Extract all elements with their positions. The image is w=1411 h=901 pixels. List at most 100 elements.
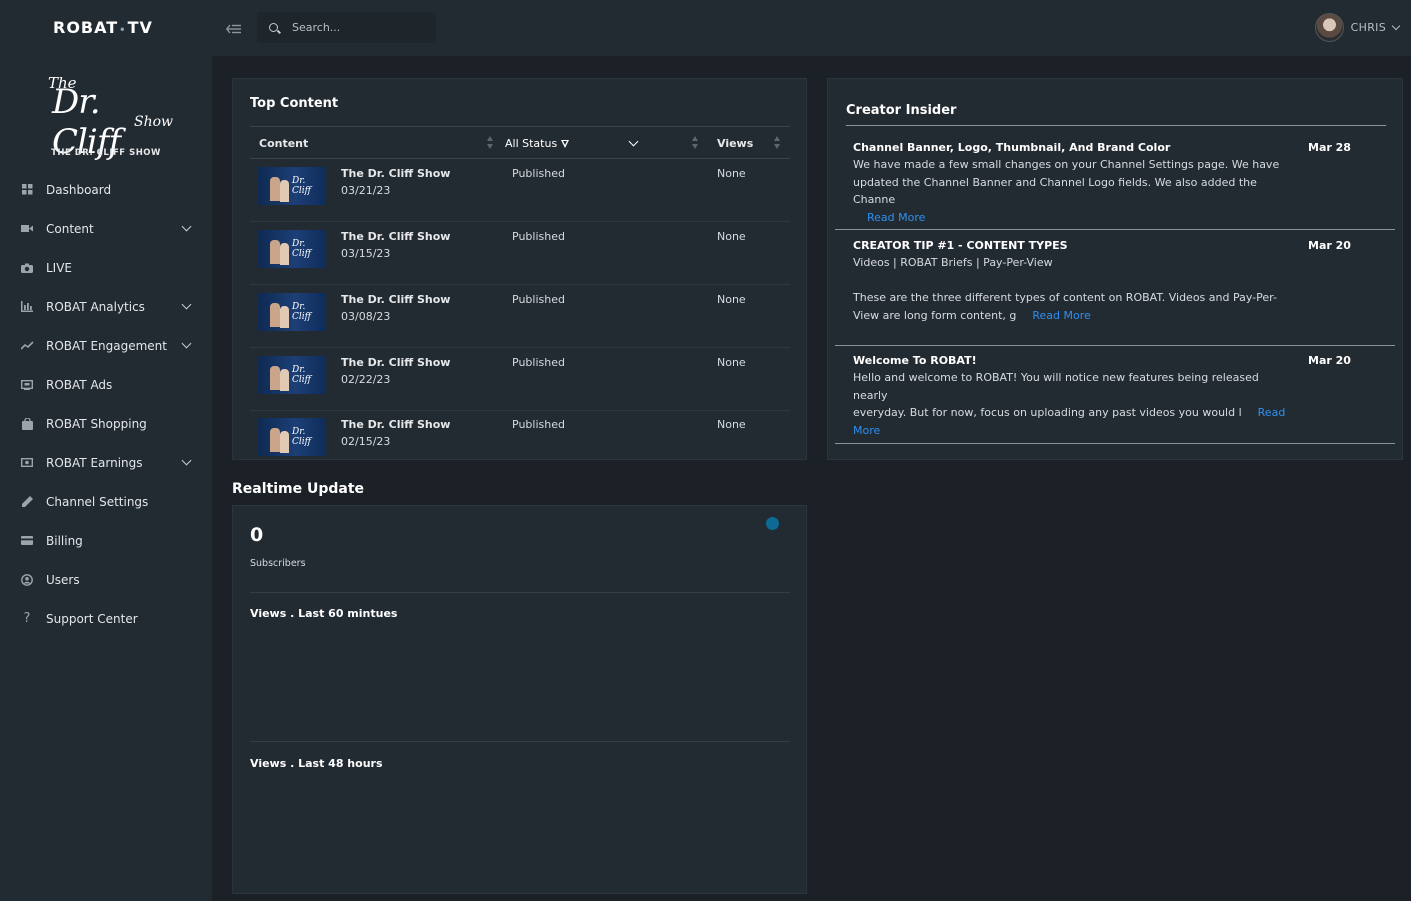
sidebar-item-label: ROBAT Shopping: [46, 416, 147, 431]
sidebar-item-label: ROBAT Ads: [46, 377, 113, 392]
filter-icon: [561, 139, 570, 148]
sidebar-item-label: Users: [46, 572, 80, 587]
content-title[interactable]: The Dr. Cliff Show: [341, 293, 450, 306]
robat-tv-logo[interactable]: ROBAT•TV: [53, 18, 153, 37]
column-header-views[interactable]: Views: [717, 127, 753, 160]
pencil-icon: [20, 495, 34, 509]
video-thumbnail[interactable]: Dr. Cliff: [258, 356, 326, 394]
sidebar-item-support-center[interactable]: ? Support Center: [0, 599, 212, 638]
video-thumbnail[interactable]: Dr. Cliff: [258, 167, 326, 205]
sidebar-item-label: Support Center: [46, 611, 138, 626]
subscriber-label: Subscribers: [250, 558, 306, 569]
sidebar-item-dashboard[interactable]: Dashboard: [0, 170, 212, 209]
read-more-link[interactable]: Read More: [1032, 309, 1090, 322]
post-date: Mar 28: [1308, 141, 1351, 154]
post-title[interactable]: CREATOR TIP #1 - CONTENT TYPES: [853, 239, 1068, 252]
collapse-sidebar-icon[interactable]: [225, 20, 241, 38]
bar-chart-icon: [20, 300, 34, 314]
content-title[interactable]: The Dr. Cliff Show: [341, 230, 450, 243]
sort-icon[interactable]: [774, 136, 780, 150]
chevron-down-icon[interactable]: [1391, 21, 1401, 30]
channel-name: THE DR. CLIFF SHOW: [51, 148, 161, 158]
sort-icon[interactable]: [692, 136, 698, 150]
content-date: 03/21/23: [341, 184, 391, 197]
read-more-link[interactable]: Read More: [867, 211, 925, 224]
chevron-down-icon: [181, 221, 192, 232]
sidebar-item-label: Billing: [46, 533, 83, 548]
sort-icon[interactable]: [487, 136, 493, 150]
chevron-down-icon: [181, 299, 192, 310]
sidebar-item-robat-shopping[interactable]: ROBAT Shopping: [0, 404, 212, 443]
views-last-48-label: Views . Last 48 hours: [250, 757, 383, 770]
read-more-link[interactable]: Read: [1258, 406, 1286, 419]
avatar[interactable]: [1314, 13, 1344, 42]
top-content-card: Top Content Content All Status Views Dr.…: [232, 78, 807, 460]
content-title[interactable]: The Dr. Cliff Show: [341, 167, 450, 180]
sidebar-item-label: LIVE: [46, 260, 73, 275]
sidebar-item-content[interactable]: Content: [0, 209, 212, 248]
content-status: Published: [512, 293, 565, 306]
video-thumbnail[interactable]: Dr. Cliff: [258, 418, 326, 456]
post-date: Mar 20: [1308, 239, 1351, 252]
content-status: Published: [512, 356, 565, 369]
search-icon: [269, 23, 278, 32]
divider: [250, 592, 790, 593]
column-header-content[interactable]: Content: [259, 127, 308, 160]
chevron-down-icon[interactable]: [628, 136, 639, 147]
insider-post: Welcome To ROBAT! Mar 20 Hello and welco…: [835, 346, 1395, 444]
table-row[interactable]: Dr. Cliff The Dr. Cliff Show 02/15/23 Pu…: [250, 410, 790, 459]
table-row[interactable]: Dr. Cliff The Dr. Cliff Show 02/22/23 Pu…: [250, 348, 790, 411]
content-views: None: [717, 356, 746, 369]
post-body: Videos | ROBAT Briefs | Pay-Per-View The…: [853, 256, 1277, 322]
content-date: 03/15/23: [341, 247, 391, 260]
content-title[interactable]: The Dr. Cliff Show: [341, 418, 450, 431]
video-thumbnail[interactable]: Dr. Cliff: [258, 230, 326, 268]
sidebar-item-users[interactable]: Users: [0, 560, 212, 599]
sidebar-item-channel-settings[interactable]: Channel Settings: [0, 482, 212, 521]
creator-insider-card: Creator Insider Channel Banner, Logo, Th…: [827, 78, 1403, 460]
dashboard-icon: [20, 183, 34, 197]
content-title[interactable]: The Dr. Cliff Show: [341, 356, 450, 369]
read-more-link[interactable]: More: [853, 424, 880, 437]
sidebar-item-label: Dashboard: [46, 182, 112, 197]
content-date: 03/08/23: [341, 310, 391, 323]
content-views: None: [717, 167, 746, 180]
sidebar-item-live[interactable]: LIVE: [0, 248, 212, 287]
sidebar-item-robat-earnings[interactable]: ROBAT Earnings: [0, 443, 212, 482]
status-filter-select[interactable]: All Status: [505, 127, 570, 160]
content-views: None: [717, 293, 746, 306]
table-row[interactable]: Dr. Cliff The Dr. Cliff Show 03/08/23 Pu…: [250, 285, 790, 348]
insider-post: Channel Banner, Logo, Thumbnail, And Bra…: [835, 126, 1395, 230]
post-title[interactable]: Welcome To ROBAT!: [853, 354, 977, 367]
realtime-update-title: Realtime Update: [232, 481, 365, 497]
divider: [250, 741, 790, 742]
sidebar-item-label: Channel Settings: [46, 494, 149, 509]
content-date: 02/22/23: [341, 373, 391, 386]
user-menu[interactable]: CHRIS: [1314, 13, 1401, 42]
search-box[interactable]: [257, 12, 436, 43]
shopping-bag-icon: [20, 417, 34, 431]
sidebar-item-label: ROBAT Earnings: [46, 455, 143, 470]
content-views: None: [717, 418, 746, 431]
search-input[interactable]: [292, 21, 422, 34]
video-thumbnail[interactable]: Dr. Cliff: [258, 293, 326, 331]
chevron-down-icon: [181, 338, 192, 349]
sidebar-item-label: Content: [46, 221, 94, 236]
post-title[interactable]: Channel Banner, Logo, Thumbnail, And Bra…: [853, 141, 1170, 154]
subscriber-count: 0: [250, 524, 264, 546]
show-logo: The Dr. Cliff Show: [48, 74, 174, 162]
sidebar-item-billing[interactable]: Billing: [0, 521, 212, 560]
sidebar-item-robat-analytics[interactable]: ROBAT Analytics: [0, 287, 212, 326]
table-row[interactable]: Dr. Cliff The Dr. Cliff Show 03/21/23 Pu…: [250, 159, 790, 222]
table-row[interactable]: Dr. Cliff The Dr. Cliff Show 03/15/23 Pu…: [250, 222, 790, 285]
camera-icon: [20, 261, 34, 275]
creator-insider-title: Creator Insider: [846, 103, 957, 118]
sidebar-item-robat-ads[interactable]: ROBAT Ads: [0, 365, 212, 404]
sidebar: ROBAT•TV The Dr. Cliff Show THE DR. CLIF…: [0, 0, 212, 901]
post-body: We have made a few small changes on your…: [853, 158, 1280, 224]
post-body: Hello and welcome to ROBAT! You will not…: [853, 371, 1286, 437]
sidebar-item-robat-engagement[interactable]: ROBAT Engagement: [0, 326, 212, 365]
live-status-dot: [766, 517, 779, 530]
user-name[interactable]: CHRIS: [1351, 21, 1386, 34]
content-status: Published: [512, 167, 565, 180]
